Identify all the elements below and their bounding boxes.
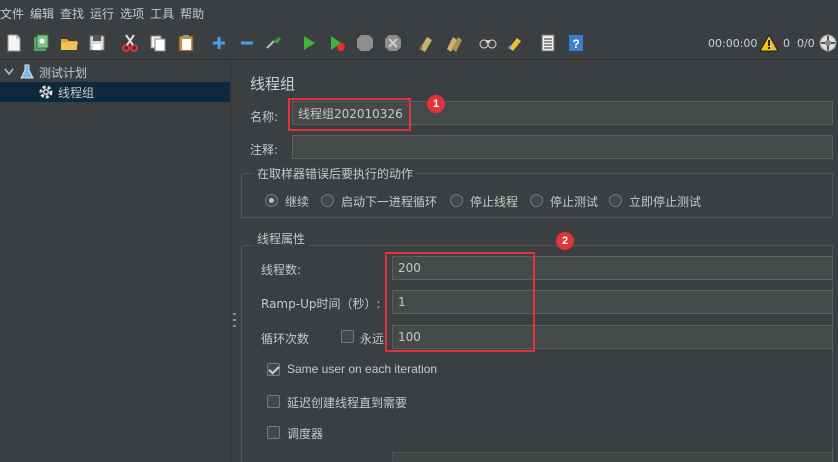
menu-edit[interactable]: 编辑 (28, 0, 58, 28)
open-icon[interactable] (58, 32, 80, 54)
annotation-badge-2: 2 (556, 232, 574, 250)
flask-icon (20, 64, 34, 83)
menu-options[interactable]: 选项 (118, 0, 148, 28)
start-icon[interactable] (298, 32, 320, 54)
gear-icon (38, 84, 54, 103)
warning-count: 0 (783, 37, 790, 50)
radio-start-next-loop-label: 启动下一进程循环 (341, 195, 438, 209)
annotation-badge-1: 1 (427, 95, 445, 113)
radio-stop-thread-label: 停止线程 (470, 195, 519, 209)
sampler-error-group-title: 在取样器错误后要执行的动作 (254, 165, 417, 182)
paste-icon[interactable] (175, 32, 197, 54)
copy-icon[interactable] (147, 32, 169, 54)
save-icon[interactable] (86, 32, 108, 54)
radio-stop-thread[interactable] (450, 194, 463, 207)
menu-search[interactable]: 查找 (58, 0, 88, 28)
remote-status-icon[interactable] (817, 32, 838, 54)
page-title: 线程组 (250, 75, 296, 93)
menu-help[interactable]: 帮助 (178, 0, 208, 28)
comment-label: 注释: (250, 143, 279, 157)
menu-run[interactable]: 运行 (88, 0, 118, 28)
radio-stop-test-now-label: 立即停止测试 (629, 195, 702, 209)
menu-tools[interactable]: 工具 (148, 0, 178, 28)
function-helper-icon[interactable] (537, 32, 559, 54)
radio-stop-test-label: 停止测试 (550, 195, 599, 209)
search-icon[interactable] (477, 32, 499, 54)
tree-item-test-plan[interactable]: 测试计划 (0, 62, 230, 82)
svg-text:?: ? (572, 37, 579, 51)
toggle-icon[interactable] (263, 32, 285, 54)
radio-continue-label: 继续 (285, 195, 310, 209)
same-user-checkbox[interactable] (267, 363, 280, 376)
expand-icon[interactable] (208, 32, 230, 54)
shutdown-icon[interactable] (382, 32, 404, 54)
threads-label: 线程数: (261, 263, 302, 277)
collapse-icon[interactable] (236, 32, 258, 54)
thread-group-panel: 线程组 名称: 线程组202010326 1 注释: 在取样器错误后要执行的动作… (241, 61, 838, 462)
active-thread-count: 0/0 (797, 37, 815, 50)
comment-input[interactable] (292, 135, 833, 159)
delay-thread-checkbox[interactable] (267, 395, 280, 408)
tree-item-label: 测试计划 (39, 65, 88, 80)
splitter-grip-icon[interactable] (233, 313, 236, 327)
forever-checkbox[interactable] (341, 330, 354, 343)
clear-all-icon[interactable] (443, 32, 465, 54)
warning-icon[interactable] (758, 32, 780, 54)
name-label: 名称: (250, 110, 279, 124)
radio-stop-test-now[interactable] (609, 194, 622, 207)
stop-icon[interactable] (354, 32, 376, 54)
collapse-arrow-icon[interactable] (4, 66, 14, 80)
new-icon[interactable] (3, 32, 25, 54)
duration-input (392, 452, 833, 462)
scheduler-checkbox[interactable] (267, 426, 280, 439)
radio-stop-test[interactable] (530, 194, 543, 207)
delay-thread-label: 延迟创建线程直到需要 (287, 396, 408, 410)
reset-search-icon[interactable] (504, 32, 526, 54)
menu-bar: 文件 编辑 查找 运行 选项 工具 帮助 (0, 0, 838, 28)
templates-icon[interactable] (30, 32, 52, 54)
tree-item-label: 线程组 (58, 85, 95, 100)
test-plan-tree: 测试计划 线程组 (0, 61, 230, 462)
radio-continue[interactable] (265, 194, 278, 207)
tree-item-thread-group[interactable]: 线程组 (0, 82, 230, 102)
start-no-pause-icon[interactable] (326, 32, 348, 54)
rampup-label: Ramp-Up时间（秒）: (261, 297, 381, 311)
thread-properties-title: 线程属性 (254, 230, 309, 247)
clear-icon[interactable] (415, 32, 437, 54)
help-icon[interactable]: ? (565, 32, 587, 54)
toolbar: ? 00:00:00 0 0/0 (0, 28, 838, 60)
radio-start-next-loop[interactable] (321, 194, 334, 207)
cut-icon[interactable] (119, 32, 141, 54)
forever-label: 永远 (360, 332, 385, 346)
highlight-box-2 (385, 252, 535, 352)
elapsed-timer: 00:00:00 (708, 37, 758, 50)
menu-file[interactable]: 文件 (0, 0, 28, 28)
scheduler-label: 调度器 (287, 427, 324, 441)
highlight-box-1 (288, 98, 411, 131)
panel-splitter[interactable] (230, 61, 240, 462)
loop-count-label: 循环次数 (261, 332, 310, 346)
same-user-label: Same user on each iteration (287, 362, 438, 376)
